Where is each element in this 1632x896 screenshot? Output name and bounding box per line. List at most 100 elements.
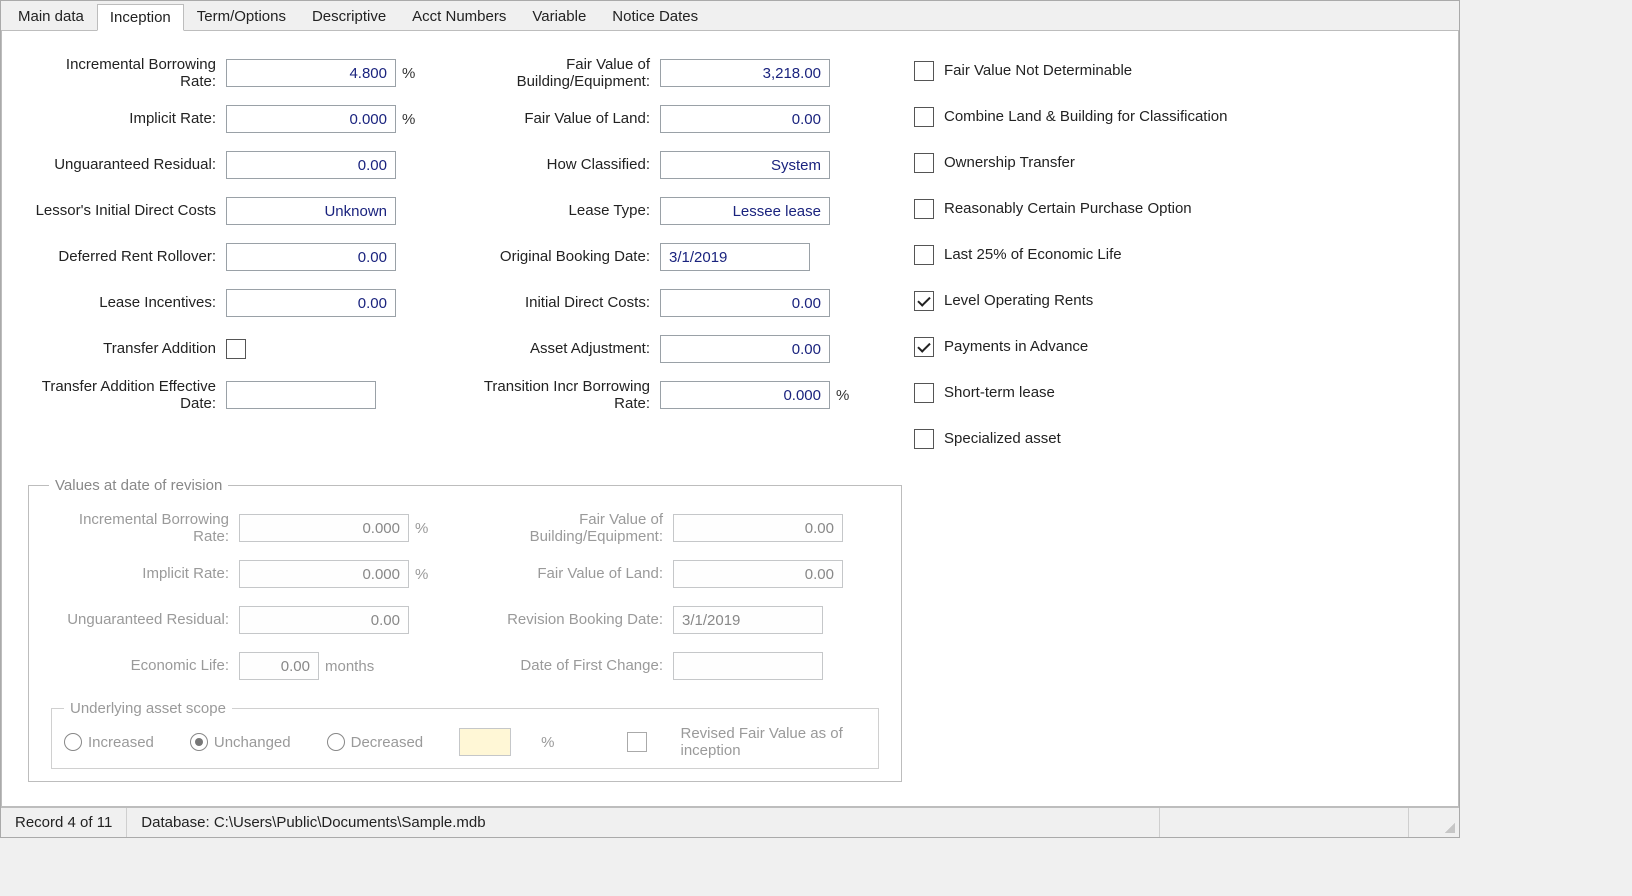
last-25-econ-life-checkbox[interactable] [914,245,934,265]
original-booking-date-input[interactable] [660,243,810,271]
transition-ibr-unit: % [830,387,849,404]
rev-econ-life-input [239,652,319,680]
implicit-rate-unit: % [396,111,415,128]
statusbar: Record 4 of 11 Database: C:\Users\Public… [1,807,1459,837]
ibr-label: Incremental Borrowing Rate: [26,56,226,91]
status-database: Database: C:\Users\Public\Documents\Samp… [127,808,1160,837]
unguaranteed-residual-label: Unguaranteed Residual: [26,156,226,173]
payments-in-advance-label: Payments in Advance [944,338,1088,355]
transfer-addition-date-label: Transfer Addition Effective Date: [26,378,226,413]
transition-ibr-input[interactable] [660,381,830,409]
asset-adjustment-label: Asset Adjustment: [450,340,660,357]
level-operating-rents-checkbox[interactable] [914,291,934,311]
status-database-label: Database: [141,814,214,831]
short-term-lease-label: Short-term lease [944,384,1055,401]
scope-decreased-label: Decreased [351,734,424,751]
rev-econ-life-unit: months [319,658,374,675]
revised-fv-inception-label: Revised Fair Value as of inception [681,725,851,760]
combine-land-building-checkbox[interactable] [914,107,934,127]
asset-adjustment-input[interactable] [660,335,830,363]
how-classified-input[interactable] [660,151,830,179]
ibr-unit: % [396,65,415,82]
rev-fv-land-label: Fair Value of Land: [463,565,673,582]
scope-decreased-radio [327,733,345,751]
window-frame: Main data Inception Term/Options Descrip… [0,0,1460,838]
rev-econ-life-label: Economic Life: [49,657,239,674]
short-term-lease-checkbox[interactable] [914,383,934,403]
lessor-idc-label: Lessor's Initial Direct Costs [26,202,226,219]
tab-inception[interactable]: Inception [97,4,184,31]
scope-increased-label: Increased [88,734,154,751]
mid-column: Fair Value of Building/Equipment: Fair V… [450,55,850,469]
rev-ibr-label: Incremental Borrowing Rate: [49,511,239,546]
lessor-idc-input[interactable] [226,197,396,225]
tab-term-options[interactable]: Term/Options [184,3,299,30]
lease-incentives-label: Lease Incentives: [26,294,226,311]
lease-type-label: Lease Type: [450,202,660,219]
deferred-rent-label: Deferred Rent Rollover: [26,248,226,265]
tab-acct-numbers[interactable]: Acct Numbers [399,3,519,30]
scope-decreased-pct-input [459,728,511,756]
specialized-asset-checkbox[interactable] [914,429,934,449]
initial-direct-costs-label: Initial Direct Costs: [450,294,660,311]
ownership-transfer-label: Ownership Transfer [944,154,1075,171]
rev-fv-be-label: Fair Value of Building/Equipment: [463,511,673,546]
lease-type-input[interactable] [660,197,830,225]
ibr-input[interactable] [226,59,396,87]
rev-unguar-label: Unguaranteed Residual: [49,611,239,628]
rev-implicit-label: Implicit Rate: [49,565,239,582]
resize-grip-icon[interactable] [1409,808,1459,837]
scope-unchanged-radio [190,733,208,751]
rev-implicit-input [239,560,409,588]
underlying-asset-scope-group: Underlying asset scope Increased Unchang… [51,700,879,769]
status-spacer [1160,808,1409,837]
payments-in-advance-checkbox[interactable] [914,337,934,357]
tab-descriptive[interactable]: Descriptive [299,3,399,30]
fv-not-determinable-checkbox[interactable] [914,61,934,81]
rev-implicit-unit: % [409,566,428,583]
combine-land-building-label: Combine Land & Building for Classificati… [944,108,1227,125]
rev-fv-be-input [673,514,843,542]
scope-unchanged-label: Unchanged [214,734,291,751]
implicit-rate-input[interactable] [226,105,396,133]
left-column: Incremental Borrowing Rate: % Implicit R… [26,55,426,469]
last-25-econ-life-label: Last 25% of Economic Life [944,246,1122,263]
status-database-path: C:\Users\Public\Documents\Sample.mdb [214,814,486,831]
rev-date-first-change-label: Date of First Change: [463,657,673,674]
original-booking-date-label: Original Booking Date: [450,248,660,265]
transfer-addition-date-input[interactable] [226,381,376,409]
scope-increased-radio [64,733,82,751]
revision-group: Values at date of revision Incremental B… [28,477,902,782]
how-classified-label: How Classified: [450,156,660,173]
rev-fv-land-input [673,560,843,588]
ownership-transfer-checkbox[interactable] [914,153,934,173]
status-record: Record 4 of 11 [1,808,127,837]
tabstrip: Main data Inception Term/Options Descrip… [1,1,1459,31]
fv-land-input[interactable] [660,105,830,133]
rc-purchase-option-checkbox[interactable] [914,199,934,219]
rev-date-first-change-input [673,652,823,680]
transfer-addition-label: Transfer Addition [26,340,226,357]
rev-booking-date-label: Revision Booking Date: [463,611,673,628]
rev-booking-date-input [673,606,823,634]
deferred-rent-input[interactable] [226,243,396,271]
rev-unguar-input [239,606,409,634]
transition-ibr-label: Transition Incr Borrowing Rate: [450,378,660,413]
level-operating-rents-label: Level Operating Rents [944,292,1093,309]
unguaranteed-residual-input[interactable] [226,151,396,179]
rev-ibr-unit: % [409,520,428,537]
tab-panel-inception: Incremental Borrowing Rate: % Implicit R… [1,31,1459,807]
tab-notice-dates[interactable]: Notice Dates [599,3,711,30]
fv-be-input[interactable] [660,59,830,87]
tab-variable[interactable]: Variable [519,3,599,30]
initial-direct-costs-input[interactable] [660,289,830,317]
revised-fv-inception-checkbox [627,732,647,752]
lease-incentives-input[interactable] [226,289,396,317]
tab-main-data[interactable]: Main data [5,3,97,30]
underlying-asset-scope-title: Underlying asset scope [64,700,232,717]
rev-ibr-input [239,514,409,542]
scope-decreased-pct-unit: % [535,734,554,751]
fv-not-determinable-label: Fair Value Not Determinable [944,62,1132,79]
fv-be-label: Fair Value of Building/Equipment: [450,56,660,91]
transfer-addition-checkbox[interactable] [226,339,246,359]
